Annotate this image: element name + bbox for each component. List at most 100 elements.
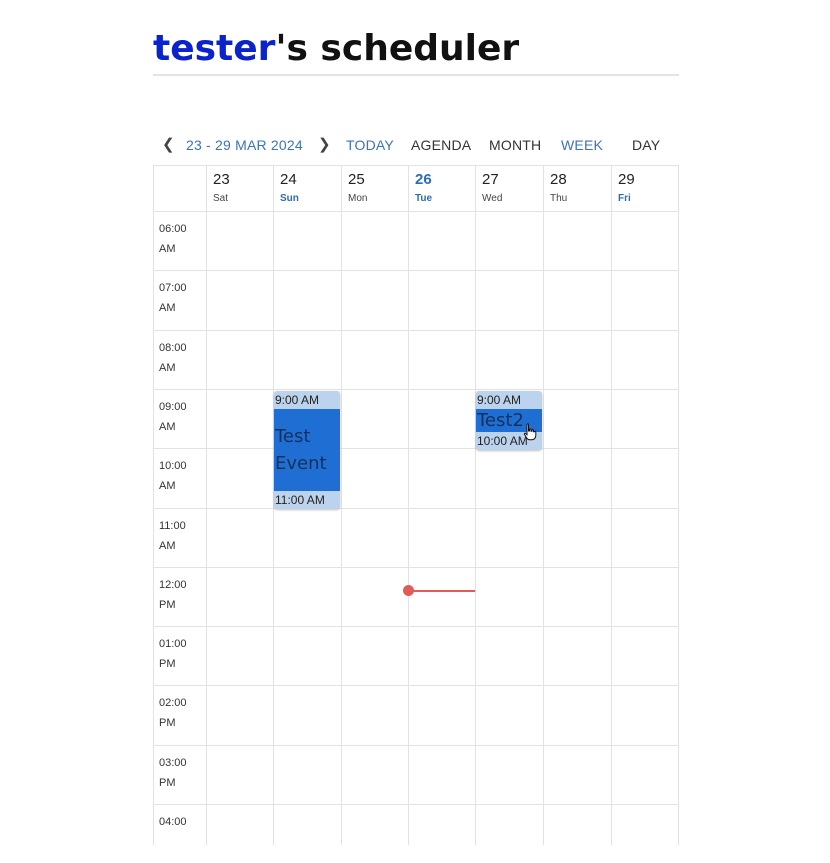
time-slot[interactable] — [273, 508, 341, 567]
time-slot[interactable] — [408, 626, 475, 685]
day-of-week: Sun — [280, 193, 299, 204]
time-slot[interactable] — [611, 330, 679, 389]
page-title: tester's scheduler — [153, 24, 519, 74]
time-slot[interactable] — [273, 270, 341, 329]
time-slot[interactable] — [543, 626, 611, 685]
time-slot[interactable] — [543, 567, 611, 626]
chevron-left-icon[interactable]: ❮ — [162, 135, 175, 153]
time-slot[interactable] — [611, 448, 679, 507]
time-slot[interactable] — [475, 211, 543, 270]
time-slot[interactable] — [206, 211, 273, 270]
time-slot[interactable] — [206, 804, 273, 863]
time-slot[interactable] — [543, 745, 611, 804]
time-slot[interactable] — [206, 626, 273, 685]
time-slot[interactable] — [341, 804, 408, 863]
time-slot[interactable] — [408, 745, 475, 804]
time-slot[interactable] — [408, 804, 475, 863]
time-slot[interactable] — [611, 804, 679, 863]
day-header-fri[interactable]: 29 Fri — [611, 165, 679, 211]
time-label: 06:00 AM — [159, 219, 187, 259]
day-header-tue[interactable]: 26 Tue — [408, 165, 475, 211]
time-slot[interactable] — [206, 389, 273, 448]
time-slot[interactable] — [408, 685, 475, 744]
time-slot[interactable] — [408, 211, 475, 270]
time-slot[interactable] — [543, 389, 611, 448]
time-slot[interactable] — [408, 330, 475, 389]
day-number: 28 — [550, 171, 567, 188]
time-slot[interactable] — [273, 211, 341, 270]
time-slot[interactable] — [475, 448, 543, 507]
time-slot[interactable] — [543, 330, 611, 389]
time-slot[interactable] — [611, 685, 679, 744]
time-slot[interactable] — [543, 270, 611, 329]
time-slot[interactable] — [408, 389, 475, 448]
view-day-button[interactable]: DAY — [632, 137, 660, 153]
time-slot[interactable] — [341, 745, 408, 804]
view-week-button[interactable]: WEEK — [561, 137, 603, 153]
time-slot[interactable] — [408, 567, 475, 626]
day-header-wed[interactable]: 27 Wed — [475, 165, 543, 211]
time-slot[interactable] — [341, 508, 408, 567]
time-slot[interactable] — [543, 508, 611, 567]
time-slot[interactable] — [475, 745, 543, 804]
time-slot[interactable] — [206, 270, 273, 329]
time-slot[interactable] — [341, 448, 408, 507]
time-slot[interactable] — [475, 626, 543, 685]
time-slot[interactable] — [611, 508, 679, 567]
time-slot[interactable] — [341, 567, 408, 626]
time-slot[interactable] — [611, 745, 679, 804]
time-slot[interactable] — [341, 626, 408, 685]
hour-divider — [153, 329, 679, 331]
time-slot[interactable] — [408, 508, 475, 567]
day-header-mon[interactable]: 25 Mon — [341, 165, 408, 211]
day-header-thu[interactable]: 28 Thu — [543, 165, 611, 211]
title-suffix: 's scheduler — [275, 28, 520, 69]
time-slot[interactable] — [273, 626, 341, 685]
chevron-right-icon[interactable]: ❯ — [318, 135, 331, 153]
time-slot[interactable] — [341, 389, 408, 448]
time-slot[interactable] — [341, 270, 408, 329]
day-header-sat[interactable]: 23 Sat — [206, 165, 273, 211]
time-slot[interactable] — [611, 270, 679, 329]
time-slot[interactable] — [611, 567, 679, 626]
time-slot[interactable] — [475, 330, 543, 389]
time-slot[interactable] — [611, 211, 679, 270]
time-slot[interactable] — [206, 745, 273, 804]
hour-divider — [153, 566, 679, 568]
time-slot[interactable] — [543, 211, 611, 270]
time-slot[interactable] — [543, 804, 611, 863]
time-label: 01:00 PM — [159, 634, 187, 674]
time-slot[interactable] — [273, 330, 341, 389]
time-slot[interactable] — [206, 448, 273, 507]
time-slot[interactable] — [475, 804, 543, 863]
view-month-button[interactable]: MONTH — [489, 137, 541, 153]
time-period: AM — [159, 302, 176, 315]
time-slot[interactable] — [206, 508, 273, 567]
day-header-sun[interactable]: 24 Sun — [273, 165, 341, 211]
time-slot[interactable] — [206, 685, 273, 744]
time-slot[interactable] — [273, 745, 341, 804]
time-slot[interactable] — [543, 685, 611, 744]
time-slot[interactable] — [341, 330, 408, 389]
time-slot[interactable] — [206, 567, 273, 626]
time-slot[interactable] — [475, 685, 543, 744]
time-slot[interactable] — [341, 211, 408, 270]
view-agenda-button[interactable]: AGENDA — [411, 137, 471, 153]
date-range-label[interactable]: 23 - 29 MAR 2024 — [186, 137, 303, 153]
today-button[interactable]: TODAY — [346, 137, 394, 153]
time-slot[interactable] — [408, 270, 475, 329]
time-slot[interactable] — [341, 685, 408, 744]
time-slot[interactable] — [206, 330, 273, 389]
time-slot[interactable] — [408, 448, 475, 507]
time-slot[interactable] — [273, 685, 341, 744]
time-slot[interactable] — [611, 626, 679, 685]
time-slot[interactable] — [273, 567, 341, 626]
time-slot[interactable] — [543, 448, 611, 507]
time-slot[interactable] — [475, 567, 543, 626]
time-slot[interactable] — [273, 804, 341, 863]
time-slot[interactable] — [475, 508, 543, 567]
event-test-event[interactable]: 9:00 AM 11:00 AM Test Event — [274, 390, 340, 510]
time-slot[interactable] — [475, 270, 543, 329]
event-title: Test — [275, 426, 311, 448]
time-slot[interactable] — [611, 389, 679, 448]
